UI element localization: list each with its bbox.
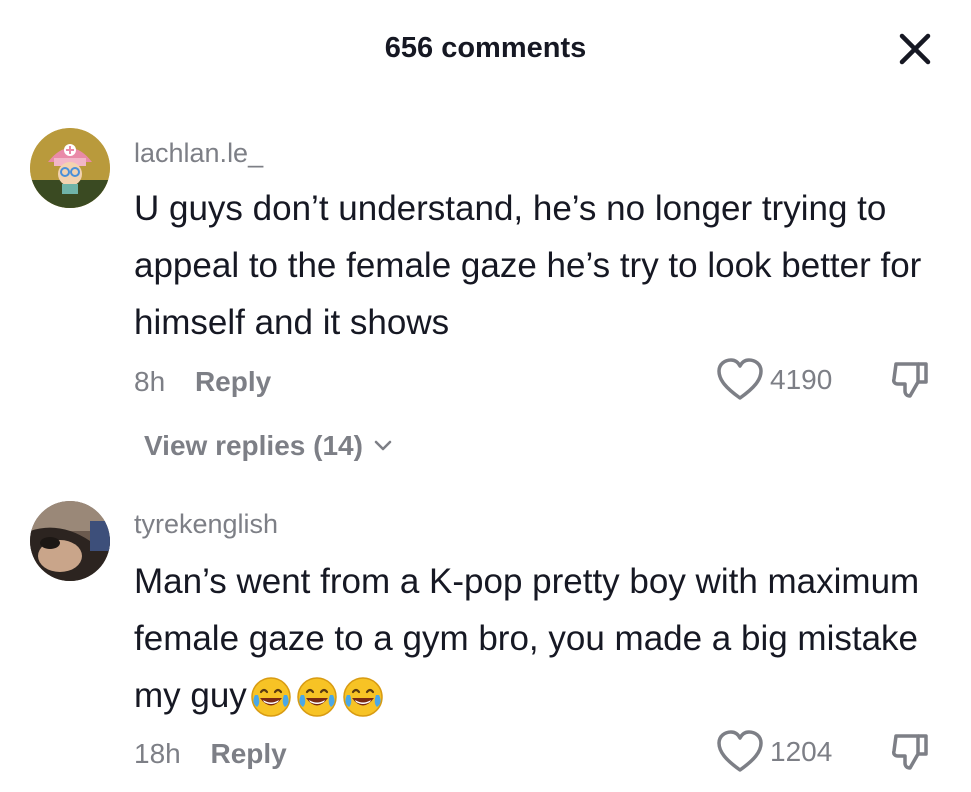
reply-button[interactable]: Reply bbox=[211, 738, 287, 769]
comment-text: Man’s went from a K-pop pretty boy with … bbox=[134, 553, 924, 724]
comment-username[interactable]: lachlan.le_ bbox=[134, 138, 263, 169]
comment-meta: 8h Reply bbox=[134, 366, 271, 398]
dislike-button[interactable] bbox=[888, 358, 932, 402]
tears-of-joy-emoji-icon bbox=[297, 677, 337, 717]
avatar[interactable] bbox=[30, 501, 110, 581]
like-button[interactable]: 4190 bbox=[716, 358, 832, 402]
comment-text: U guys don’t understand, he’s no longer … bbox=[134, 189, 922, 342]
comment-username[interactable]: tyrekenglish bbox=[134, 509, 278, 540]
comments-count-title: 656 comments bbox=[384, 32, 587, 64]
avatar-image bbox=[30, 128, 110, 208]
tears-of-joy-emoji-icon bbox=[343, 677, 383, 717]
comment-timestamp: 8h bbox=[134, 366, 166, 397]
reply-button[interactable]: Reply bbox=[195, 366, 271, 397]
heart-outline-icon bbox=[717, 358, 763, 400]
tears-of-joy-emoji-icon bbox=[251, 677, 291, 717]
view-replies-label: View replies (14) bbox=[144, 430, 363, 461]
like-count: 4190 bbox=[770, 364, 833, 395]
chevron-down-icon bbox=[374, 440, 392, 451]
avatar-image bbox=[30, 501, 110, 581]
thumbs-down-icon bbox=[892, 734, 928, 770]
like-button[interactable]: 1204 bbox=[716, 730, 832, 774]
dislike-button[interactable] bbox=[888, 730, 932, 774]
view-replies-button[interactable]: View replies (14) bbox=[144, 430, 393, 462]
heart-outline-icon bbox=[717, 730, 763, 772]
comment-timestamp: 18h bbox=[134, 738, 181, 769]
avatar[interactable] bbox=[30, 128, 110, 208]
comment-meta: 18h Reply bbox=[134, 738, 287, 770]
thumbs-down-icon bbox=[892, 362, 928, 398]
close-icon bbox=[899, 33, 931, 65]
like-count: 1204 bbox=[770, 736, 833, 767]
comments-header: 656 comments bbox=[0, 0, 971, 100]
emoji-group bbox=[247, 676, 385, 717]
close-button[interactable] bbox=[892, 26, 938, 72]
